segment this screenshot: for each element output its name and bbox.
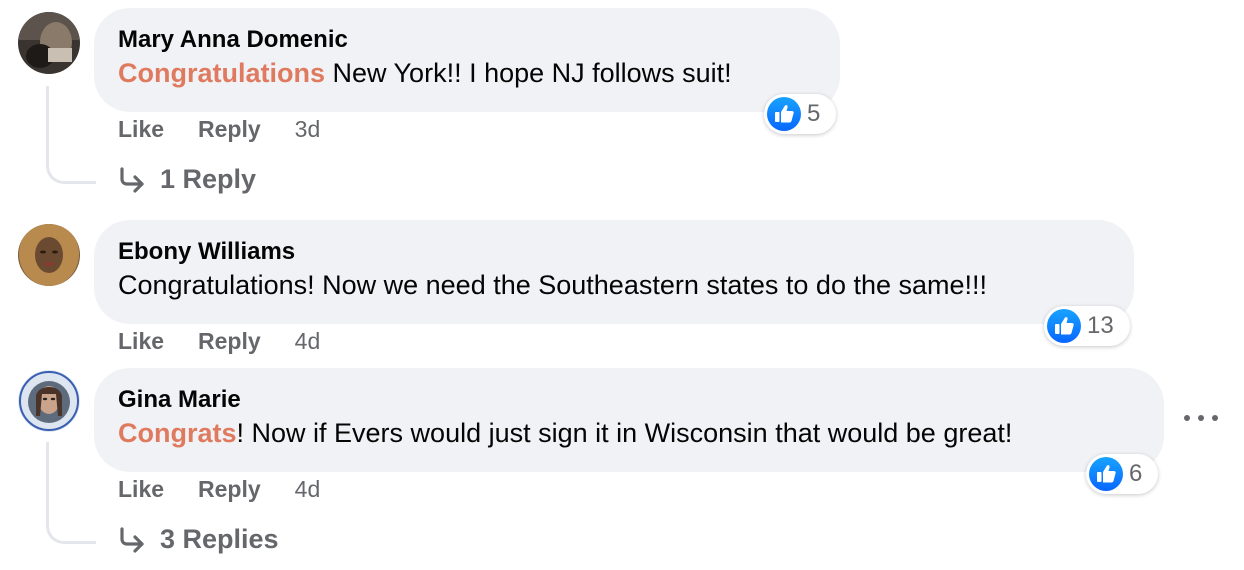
thumbs-up-icon	[1089, 457, 1123, 491]
comment-author[interactable]: Gina Marie	[118, 385, 1140, 415]
more-dot	[1212, 415, 1218, 421]
timestamp[interactable]: 4d	[295, 328, 321, 355]
reply-arrow-icon	[120, 526, 144, 553]
reaction-summary[interactable]: 5	[764, 94, 836, 134]
thread-line-3	[46, 442, 96, 544]
comment-body: Congratulations! Now we need the Southea…	[118, 270, 988, 300]
more-options-icon[interactable]	[1184, 406, 1218, 430]
reply-button[interactable]: Reply	[198, 116, 261, 143]
more-dot	[1198, 415, 1204, 421]
replies-count-label: 3 Replies	[160, 524, 279, 554]
reaction-count: 13	[1087, 312, 1114, 339]
comment-text: Congratulations New York!! I hope NJ fol…	[118, 55, 816, 91]
comment-bubble: Ebony Williams Congratulations! Now we n…	[94, 220, 1134, 324]
thread-line-1	[46, 86, 96, 184]
reaction-summary[interactable]: 6	[1086, 454, 1158, 494]
avatar[interactable]	[18, 224, 80, 286]
like-button[interactable]: Like	[118, 328, 164, 355]
comment-actions: Like Reply 3d	[118, 116, 320, 143]
timestamp[interactable]: 3d	[295, 116, 321, 143]
timestamp[interactable]: 4d	[295, 476, 321, 503]
comment-author[interactable]: Mary Anna Domenic	[118, 25, 816, 55]
reaction-count: 6	[1129, 460, 1143, 487]
comment-bubble: Gina Marie Congrats! Now if Evers would …	[94, 368, 1164, 472]
more-dot	[1184, 415, 1190, 421]
view-replies-button[interactable]: 3 Replies	[118, 524, 279, 555]
comment-text: Congrats! Now if Evers would just sign i…	[118, 415, 1140, 451]
reaction-count: 5	[807, 100, 821, 127]
reply-button[interactable]: Reply	[198, 328, 261, 355]
comment-actions: Like Reply 4d	[118, 328, 320, 355]
comment-body: New York!! I hope NJ follows suit!	[325, 58, 732, 88]
view-replies-button[interactable]: 1 Reply	[118, 164, 256, 195]
avatar[interactable]	[18, 370, 80, 432]
comment-author[interactable]: Ebony Williams	[118, 237, 1110, 267]
thumbs-up-icon	[767, 97, 801, 131]
comment-body: ! Now if Evers would just sign it in Wis…	[236, 418, 1013, 448]
like-button[interactable]: Like	[118, 116, 164, 143]
avatar[interactable]	[18, 12, 80, 74]
hashtag-link[interactable]: Congratulations	[118, 58, 325, 88]
reply-arrow-icon	[120, 166, 144, 193]
reply-button[interactable]: Reply	[198, 476, 261, 503]
hashtag-link[interactable]: Congrats	[118, 418, 237, 448]
reaction-summary[interactable]: 13	[1044, 306, 1130, 346]
replies-count-label: 1 Reply	[160, 164, 257, 194]
like-button[interactable]: Like	[118, 476, 164, 503]
comment-bubble: Mary Anna Domenic Congratulations New Yo…	[94, 8, 840, 112]
thumbs-up-icon	[1047, 309, 1081, 343]
comment-actions: Like Reply 4d	[118, 476, 320, 503]
